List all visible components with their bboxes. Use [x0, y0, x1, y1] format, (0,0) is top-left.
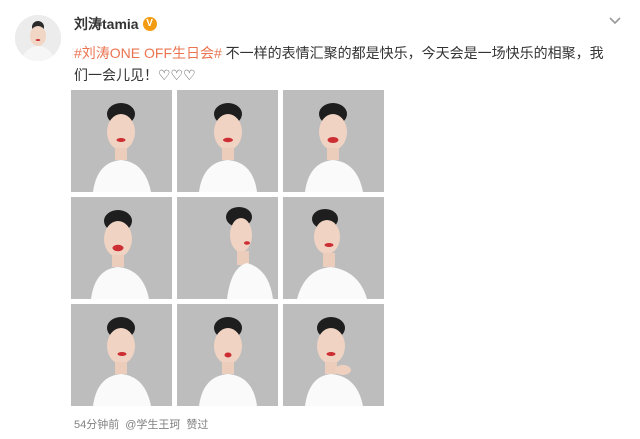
via-suffix: 赞过 [186, 419, 209, 431]
author-name[interactable]: 刘涛tamia V [74, 14, 157, 34]
photo-thumbnail[interactable] [177, 304, 278, 406]
chevron-down-icon[interactable] [608, 16, 622, 26]
photo-thumbnail[interactable] [283, 197, 384, 299]
author-name-text[interactable]: 刘涛tamia [74, 14, 139, 34]
post-meta: 54分钟前 @学生王珂 赞过 [74, 416, 208, 432]
photo-thumbnail[interactable] [283, 90, 384, 192]
photo-grid [71, 90, 390, 406]
photo-thumbnail[interactable] [71, 90, 172, 192]
photo-thumbnail[interactable] [177, 197, 278, 299]
weibo-post-card: 刘涛tamia V #刘涛ONE OFF生日会# 不一样的表情汇聚的都是快乐，今… [0, 0, 640, 439]
photo-thumbnail[interactable] [71, 304, 172, 406]
photo-thumbnail[interactable] [283, 304, 384, 406]
photo-thumbnail[interactable] [177, 90, 278, 192]
hashtag-link[interactable]: #刘涛ONE OFF生日会# [74, 45, 222, 61]
post-time[interactable]: 54分钟前 [74, 416, 119, 432]
photo-thumbnail[interactable] [71, 197, 172, 299]
verified-badge-icon: V [142, 17, 157, 31]
avatar[interactable] [15, 15, 61, 61]
via-user-link[interactable]: @学生王珂 [125, 416, 180, 432]
post-text: #刘涛ONE OFF生日会# 不一样的表情汇聚的都是快乐，今天会是一场快乐的相聚… [74, 42, 614, 86]
